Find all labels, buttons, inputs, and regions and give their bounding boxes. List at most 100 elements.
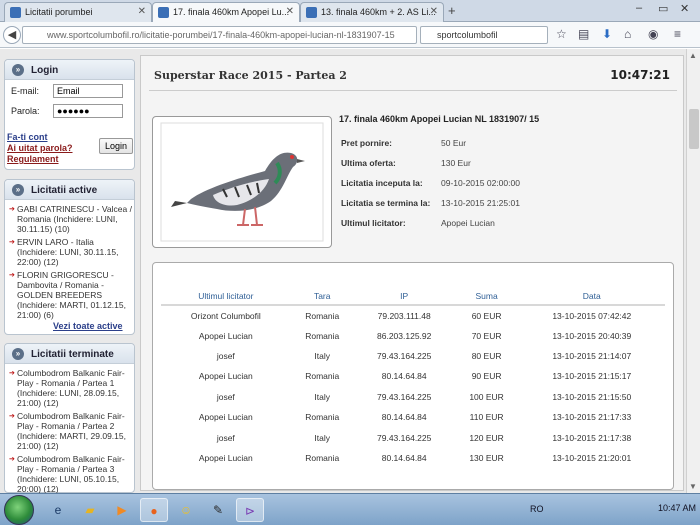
- lot-title: 17. finala 460km Apopei Lucian NL 183190…: [339, 114, 540, 124]
- maximize-icon[interactable]: ▭: [658, 2, 668, 15]
- arrow-icon: ➔: [9, 413, 15, 420]
- email-label: E-mail:: [11, 86, 40, 96]
- scrollbar-thumb[interactable]: [689, 109, 699, 149]
- messenger-icon[interactable]: ☺: [172, 498, 200, 522]
- paint-icon[interactable]: ✎: [204, 498, 232, 522]
- active-auctions-header: » Licitatii active: [5, 180, 134, 200]
- arrow-icon: ➔: [9, 272, 15, 279]
- download-icon[interactable]: ⬇: [602, 27, 612, 41]
- list-item[interactable]: ➔ Columbodrom Balkanic Fair-Play - Romani…: [9, 411, 135, 451]
- ended-auctions-box: » Licitatii terminate ➔ Columbodrom Balka…: [4, 343, 135, 493]
- column-header: Tara: [290, 287, 354, 306]
- column-header: Data: [518, 287, 665, 306]
- firefox-icon[interactable]: ●: [140, 498, 168, 522]
- detail-row: Ultima oferta: 130 Eur: [341, 158, 471, 168]
- ie-icon[interactable]: e: [44, 498, 72, 522]
- active-auctions-box: » Licitatii active ➔ GABI CATRINESCU - Va…: [4, 179, 135, 335]
- login-button[interactable]: Login: [99, 138, 133, 154]
- home-icon[interactable]: ⌂: [624, 27, 631, 41]
- pigeon-illustration: [160, 122, 324, 242]
- browser-nav-bar: ◀ www.sportcolumbofil.ro/licitatie-porum…: [0, 22, 700, 48]
- rules-link[interactable]: Regulament: [7, 154, 59, 164]
- search-input[interactable]: sportcolumbofil: [420, 26, 548, 44]
- language-indicator[interactable]: RO: [530, 504, 544, 514]
- arrow-icon: ➔: [9, 370, 15, 377]
- chat-icon[interactable]: ◉: [648, 27, 658, 41]
- ended-auctions-header: » Licitatii terminate: [5, 344, 134, 364]
- back-icon[interactable]: ◀: [3, 26, 21, 44]
- scroll-down-icon[interactable]: ▼: [689, 482, 697, 491]
- taskbar: e ▰ ▶ ● ☺ ✎ ⊳ RO 10:47 AM: [0, 493, 700, 525]
- detail-row: Licitatia se termina la: 13-10-2015 21:25…: [341, 198, 520, 208]
- arrow-icon: ➔: [9, 206, 15, 213]
- chevron-icon: »: [12, 184, 24, 196]
- page-title: Superstar Race 2015 - Partea 2: [154, 69, 347, 82]
- tab-other-auction[interactable]: 13. finala 460km + 2. AS Li... ✕: [300, 2, 444, 22]
- page-content: » Login E-mail: Email Parola: ●●●●●● Fa-…: [0, 49, 686, 493]
- create-account-link[interactable]: Fa-ti cont: [7, 132, 48, 142]
- media-player-icon[interactable]: ▶: [108, 498, 136, 522]
- table-header-row: Ultimul licitator Tara IP Suma Data: [161, 287, 665, 306]
- browser-tab-bar: Licitatii porumbei ✕ 17. finala 460km Ap…: [0, 0, 700, 23]
- divider: [149, 90, 677, 91]
- password-label: Parola:: [11, 106, 40, 116]
- minimize-icon[interactable]: –: [636, 2, 642, 14]
- column-header: IP: [353, 287, 455, 306]
- detail-row: Ultimul licitator: Apopei Lucian: [341, 218, 495, 228]
- column-header: Suma: [454, 287, 519, 306]
- editor-icon[interactable]: ⊳: [236, 498, 264, 522]
- ended-auctions-list: ➔ Columbodrom Balkanic Fair-Play - Romani…: [9, 368, 135, 493]
- auction-main-panel: Superstar Race 2015 - Partea 2 10:47:21 …: [140, 55, 684, 491]
- active-auctions-list: ➔ GABI CATRINESCU - Valcea / Romania (Inc…: [9, 204, 135, 323]
- bids-table: Ultimul licitator Tara IP Suma Data Oriz…: [161, 287, 665, 468]
- table-row: josef Italy 79.43.164.225 80 EUR 13-10-2015 …: [216, 350, 632, 361]
- favicon-icon: [306, 7, 317, 18]
- tab-licitatii-porumbei[interactable]: Licitatii porumbei ✕: [4, 2, 152, 22]
- view-all-active-link[interactable]: Vezi toate active: [53, 321, 123, 331]
- forgot-password-link[interactable]: Ai uitat parola?: [7, 143, 73, 153]
- list-item[interactable]: ➔ Columbodrom Balkanic Fair-Play - Romani…: [9, 368, 135, 408]
- table-row: Apopei Lucian Romania 80.14.64.84 110 EUR 13…: [198, 412, 632, 423]
- close-tab-icon[interactable]: ✕: [430, 6, 438, 17]
- tab-current-auction[interactable]: 17. finala 460km Apopei Lu... ✕: [152, 2, 300, 23]
- arrow-icon: ➔: [9, 456, 15, 463]
- detail-row: Pret pornire: 50 Eur: [341, 138, 467, 148]
- table-row: josef Italy 79.43.164.225 120 EUR 13-10-2015…: [216, 432, 632, 443]
- clipboard-icon[interactable]: ▤: [578, 27, 589, 41]
- arrow-icon: ➔: [9, 239, 15, 246]
- clock-tray[interactable]: 10:47 AM: [658, 503, 696, 513]
- list-item[interactable]: ➔ Columbodrom Balkanic Fair-Play - Romani…: [9, 454, 135, 493]
- close-window-icon[interactable]: ✕: [680, 2, 689, 15]
- list-item[interactable]: ➔ GABI CATRINESCU - Valcea / Romania (Inc…: [9, 204, 135, 234]
- pigeon-image[interactable]: [152, 116, 332, 248]
- table-row: Apopei Lucian Romania 80.14.64.84 90 EUR 13-…: [198, 371, 632, 382]
- chevron-icon: »: [12, 348, 24, 360]
- close-tab-icon[interactable]: ✕: [286, 6, 294, 17]
- table-row: josef Italy 79.43.164.225 100 EUR 13-10-2015…: [216, 391, 632, 402]
- password-field[interactable]: ●●●●●●: [53, 104, 123, 118]
- start-button[interactable]: [4, 495, 34, 525]
- list-item[interactable]: ➔ ERVIN LARO - Italia (Inchidere: LUNI, 3…: [9, 237, 135, 267]
- scroll-up-icon[interactable]: ▲: [689, 51, 697, 60]
- address-bar[interactable]: www.sportcolumbofil.ro/licitatie-porumbe…: [22, 26, 417, 44]
- favicon-icon: [158, 7, 169, 18]
- folder-icon[interactable]: ▰: [76, 498, 104, 522]
- table-row: Orizont Columbofil Romania 79.203.111.48 60…: [190, 310, 632, 321]
- menu-icon[interactable]: ≡: [674, 27, 681, 41]
- chevron-icon: »: [12, 64, 24, 76]
- table-row: Apopei Lucian Romania 86.203.125.92 70 EUR 1…: [198, 330, 632, 341]
- column-header: Ultimul licitator: [161, 287, 291, 306]
- clock: 10:47:21: [610, 68, 670, 82]
- favicon-icon: [10, 7, 21, 18]
- bids-panel: Ultimul licitator Tara IP Suma Data Oriz…: [152, 262, 674, 490]
- detail-row: Licitatia inceputa la: 09-10-2015 02:00:0…: [341, 178, 520, 188]
- star-icon[interactable]: ☆: [556, 27, 567, 41]
- vertical-scrollbar[interactable]: ▲ ▼: [686, 49, 700, 493]
- login-header: » Login: [5, 60, 134, 80]
- email-field[interactable]: Email: [53, 84, 123, 98]
- table-row: Apopei Lucian Romania 80.14.64.84 130 EUR 13…: [198, 452, 632, 463]
- login-box: » Login E-mail: Email Parola: ●●●●●● Fa-…: [4, 59, 135, 170]
- close-tab-icon[interactable]: ✕: [138, 6, 146, 17]
- list-item[interactable]: ➔ FLORIN GRIGORESCU - Dambovita / Romania…: [9, 270, 135, 320]
- new-tab-button[interactable]: +: [448, 3, 456, 18]
